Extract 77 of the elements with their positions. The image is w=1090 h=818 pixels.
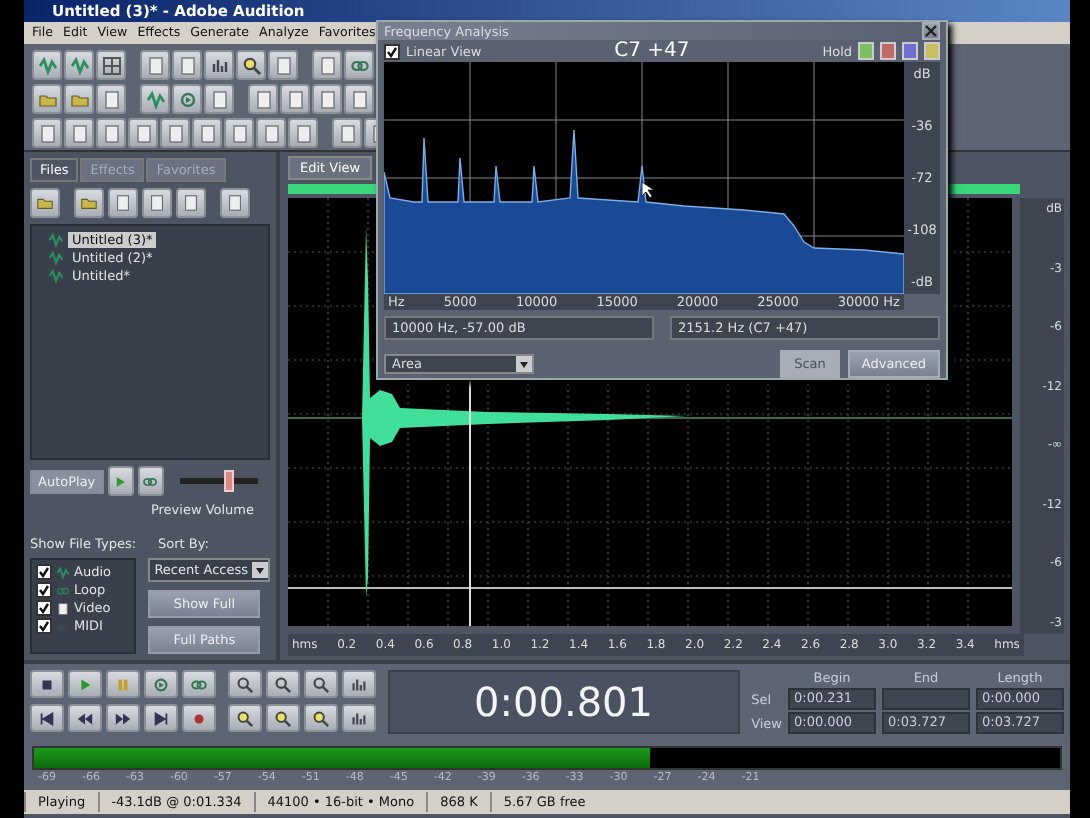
magnifier-icon [312, 709, 330, 727]
record-icon [190, 709, 208, 727]
bars-icon [209, 55, 229, 75]
loop-icon [349, 55, 369, 75]
toolbar-button[interactable] [176, 188, 206, 218]
hold-button[interactable] [880, 42, 896, 60]
toolbar-button[interactable] [266, 704, 300, 732]
toolbar-button[interactable] [68, 704, 102, 732]
toolbar-button[interactable] [220, 188, 250, 218]
time-field[interactable] [882, 688, 970, 710]
toolbar-button[interactable] [30, 188, 60, 218]
close-icon [924, 24, 938, 38]
caret-icon [252, 562, 268, 578]
toolbar-button[interactable] [342, 670, 376, 698]
checkbox[interactable] [36, 600, 52, 616]
pause-icon [114, 675, 132, 693]
play-circle-icon [177, 89, 197, 109]
toolbar-button[interactable] [266, 670, 300, 698]
toolbar-button[interactable] [182, 670, 216, 698]
toolbar-button[interactable] [304, 670, 338, 698]
toolbar-button[interactable] [204, 50, 234, 80]
checkbox[interactable] [384, 43, 400, 59]
waveform-icon [145, 89, 165, 109]
play-icon [112, 473, 129, 489]
document-icon [56, 601, 70, 615]
waveform-icon [56, 565, 70, 579]
toolbar-button[interactable] [108, 188, 138, 218]
toolbar-button[interactable] [106, 704, 140, 732]
toolbar-button[interactable] [344, 50, 374, 80]
toolbar-button[interactable] [144, 704, 178, 732]
magnifier-icon [312, 675, 330, 693]
magnifier-icon [241, 55, 261, 75]
close-button[interactable] [922, 22, 940, 40]
checkbox[interactable] [36, 618, 52, 634]
toolbar-button[interactable] [144, 670, 178, 698]
magnifier-icon [236, 675, 254, 693]
loop-icon [56, 583, 70, 597]
magnifier-icon [274, 675, 292, 693]
toolbar-button[interactable] [107, 466, 134, 496]
cursor-icon [642, 182, 654, 198]
stop-icon [38, 675, 56, 693]
fast-forward-icon [114, 709, 132, 727]
loop-icon [142, 473, 159, 489]
play-circle-icon [152, 675, 170, 693]
toolbar-button[interactable] [228, 704, 262, 732]
magnifier-icon [236, 709, 254, 727]
toolbar-button[interactable] [228, 670, 262, 698]
toolbar-button[interactable] [236, 50, 266, 80]
rewind-icon [76, 709, 94, 727]
toolbar-button[interactable] [304, 704, 338, 732]
caret-icon [516, 356, 532, 372]
checkbox[interactable] [36, 582, 52, 598]
time-display: 0:00.801 [388, 670, 740, 734]
toolbar-button[interactable] [172, 84, 202, 114]
bars-icon [350, 709, 368, 727]
toolbar-button[interactable] [342, 704, 376, 732]
slider-thumb[interactable] [224, 470, 235, 492]
loop-icon [190, 675, 208, 693]
checkbox[interactable] [36, 564, 52, 580]
document-icon [226, 194, 244, 212]
pitch-readout: C7 +47 [612, 40, 692, 62]
check-icon [386, 45, 398, 57]
magnifier-icon [274, 709, 292, 727]
skip-back-icon [38, 709, 56, 727]
toolbar-button[interactable] [142, 188, 172, 218]
skip-forward-icon [152, 709, 170, 727]
toolbar-button[interactable] [74, 188, 104, 218]
toolbar-button[interactable] [137, 466, 164, 496]
toolbar-button[interactable] [182, 704, 216, 732]
toolbar-button[interactable] [30, 670, 64, 698]
play-icon [76, 675, 94, 693]
grid-icon [101, 55, 121, 75]
folder-icon [80, 194, 98, 212]
bars-icon [350, 675, 368, 693]
toolbar-button[interactable] [30, 704, 64, 732]
toolbar-button[interactable] [96, 50, 126, 80]
folder-icon [36, 194, 54, 212]
